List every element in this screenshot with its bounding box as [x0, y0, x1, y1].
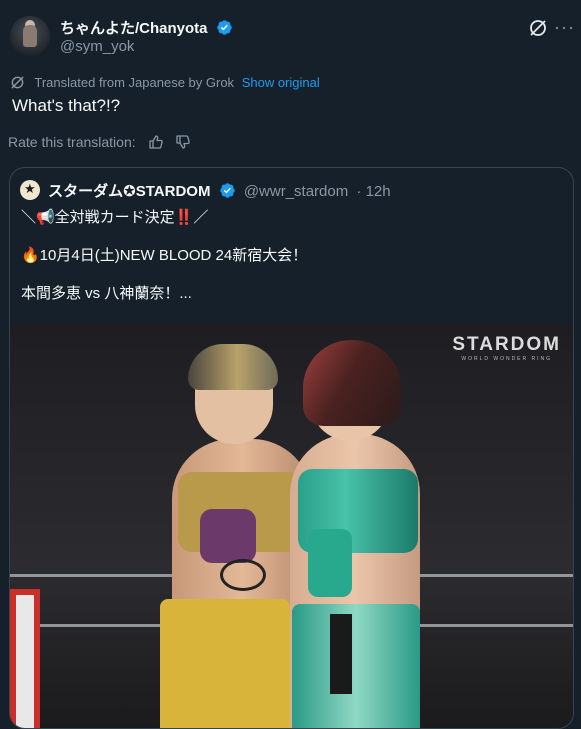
rate-label: Rate this translation: — [8, 134, 136, 150]
thumbs-up-icon — [148, 135, 163, 149]
quoted-post-photo[interactable]: STARDOM WORLD WONDER RING — [10, 324, 573, 728]
quoted-author-name[interactable]: スターダム✪STARDOM — [48, 183, 210, 200]
translation-notice: Translated from Japanese by Grok Show or… — [10, 75, 320, 90]
verified-badge-icon — [219, 183, 235, 198]
wrestler-left-shorts — [160, 599, 290, 728]
wrestler-left-hair — [188, 344, 278, 390]
wrestler-right-hair — [303, 340, 401, 426]
more-button[interactable]: ··· — [554, 17, 575, 38]
post-header: ちゃんよた/Chanyota @sym_yok ··· — [0, 0, 581, 70]
quoted-author-handle[interactable]: @wwr_stardom — [244, 183, 348, 200]
wrestler-left-armband — [200, 509, 256, 563]
quoted-post[interactable]: スターダム✪STARDOM @wwr_stardom · 12h ＼📢全対戦カー… — [9, 167, 574, 729]
grok-button[interactable] — [528, 18, 548, 38]
rate-translation: Rate this translation: — [8, 134, 191, 153]
author-name-row[interactable]: ちゃんよた/Chanyota — [60, 17, 233, 38]
post-text: What's that?!? — [12, 96, 121, 115]
quoted-line-match: 本間多恵 vs 八神蘭奈！... — [21, 285, 192, 302]
quoted-post-text: ＼📢全対戦カード決定‼️／ 🔥10月4日(土)NEW BLOOD 24新宿大会！… — [21, 208, 307, 322]
ring-post — [10, 589, 40, 728]
show-original-link[interactable]: Show original — [242, 75, 320, 90]
quoted-post-header: スターダム✪STARDOM @wwr_stardom · 12h — [20, 180, 391, 201]
quoted-post-time[interactable]: · 12h — [356, 183, 390, 200]
wrestler-right-shorts — [292, 604, 420, 728]
wrestler-left-emblem — [220, 559, 266, 591]
wrestler-right-fringe — [330, 614, 352, 694]
translate-icon — [11, 76, 24, 89]
wrestler-right-armband — [308, 529, 352, 597]
grok-icon — [530, 20, 546, 36]
more-icon: ··· — [554, 17, 575, 37]
stardom-watermark-logo: STARDOM WORLD WONDER RING — [452, 334, 561, 362]
author-handle[interactable]: @sym_yok — [60, 38, 134, 55]
translated-label: Translated from Japanese by Grok — [34, 75, 235, 90]
thumbs-down-button[interactable] — [175, 134, 191, 153]
author-name[interactable]: ちゃんよた/Chanyota — [60, 20, 208, 37]
author-avatar[interactable] — [10, 16, 50, 56]
quoted-line-announcement: ＼📢全対戦カード決定‼️／ — [21, 209, 209, 226]
watermark-text: STARDOM — [452, 334, 561, 355]
avatar-figure-body — [23, 25, 37, 47]
thumbs-up-button[interactable] — [148, 134, 164, 153]
verified-badge-icon — [216, 20, 232, 35]
quoted-line-event: 🔥10月4日(土)NEW BLOOD 24新宿大会！ — [21, 247, 308, 264]
watermark-subtext: WORLD WONDER RING — [461, 356, 553, 362]
quoted-author-avatar[interactable] — [20, 180, 40, 200]
thumbs-down-icon — [176, 135, 191, 149]
